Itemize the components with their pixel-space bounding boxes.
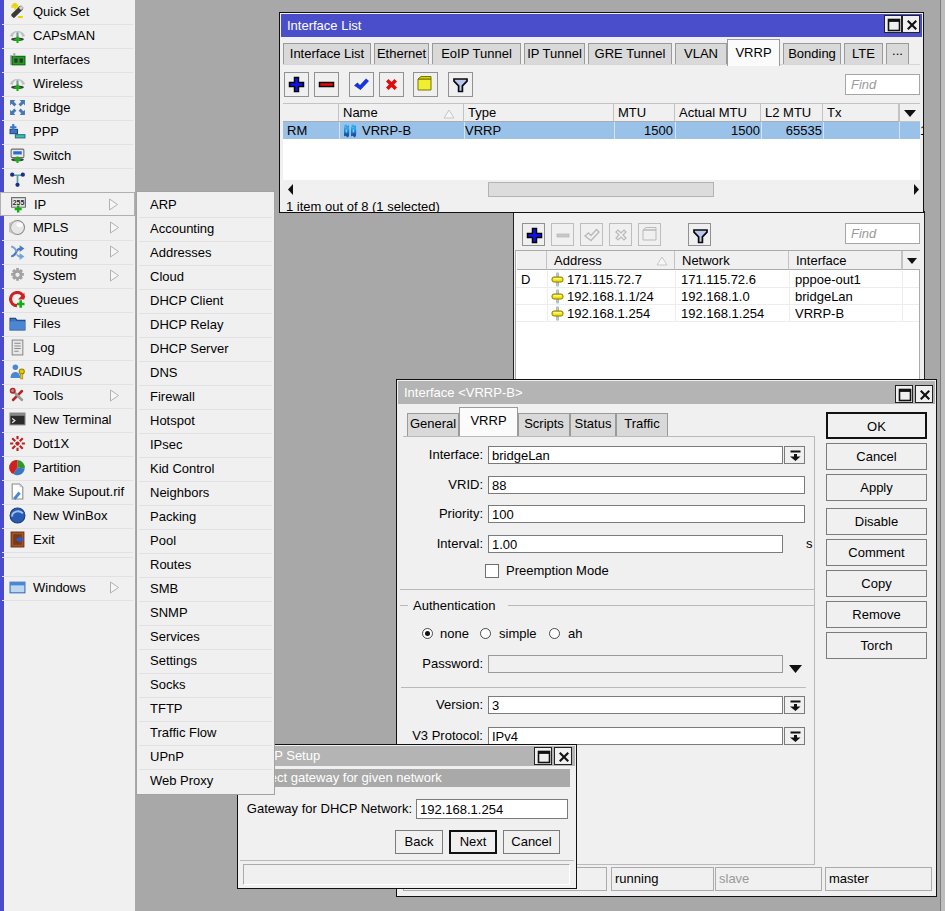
- svg-text:255: 255: [13, 199, 25, 206]
